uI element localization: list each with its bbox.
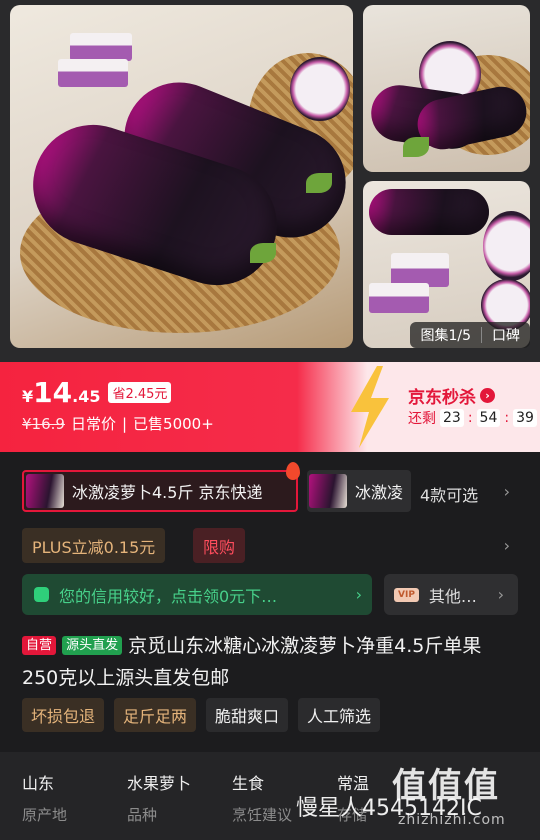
radish-slice	[483, 211, 530, 281]
countdown-minutes: 54	[476, 409, 501, 427]
spec-key: 烹饪建议	[232, 806, 293, 824]
radish-leaf	[250, 243, 276, 263]
separator: |	[121, 414, 128, 433]
radish-cube	[70, 33, 132, 61]
countdown-seconds: 39	[513, 409, 537, 427]
spec-item: 水果萝卜 品种	[127, 770, 191, 825]
chevron-right-icon[interactable]: ›	[504, 536, 510, 555]
self-operated-tag: 自营	[22, 636, 57, 655]
price-integer: 14	[33, 376, 73, 409]
spec-value: 水果萝卜	[127, 774, 192, 793]
radish-cube	[369, 283, 429, 313]
variant-count[interactable]: 4款可选	[420, 482, 478, 506]
spec-key: 原产地	[22, 806, 68, 824]
feature-tags: 坏损包退 足斤足两 脆甜爽口 人工筛选	[22, 698, 381, 732]
spec-value: 生食	[232, 774, 265, 793]
vip-badge: VIP	[394, 587, 419, 602]
shield-icon	[34, 587, 49, 602]
chevron-right-icon: ›	[497, 585, 504, 604]
feature-tag: 足斤足两	[114, 698, 197, 732]
variant-option[interactable]: 冰激凌	[307, 470, 411, 512]
feature-tag: 人工筛选	[298, 698, 381, 732]
main-product-image[interactable]	[10, 5, 353, 348]
credit-banner[interactable]: 您的信用较好，点击领0元下… ›	[22, 574, 372, 615]
original-price: ¥16.9	[22, 414, 65, 433]
save-badge: 省2.45元	[108, 382, 172, 403]
variant-thumbnail	[309, 474, 347, 508]
variant-selector: 冰激凌萝卜4.5斤 京东快递 冰激凌 4款可选 ›	[0, 452, 540, 528]
radish-slice	[290, 57, 350, 121]
spec-value: 山东	[22, 774, 55, 793]
credit-label: 您的信用较好，点击领0元下…	[59, 586, 278, 606]
source-direct-tag: 源头直发	[62, 636, 123, 655]
purchase-limit-chip[interactable]: 限购	[193, 528, 246, 563]
product-title: 自营 源头直发 京觅山东冰糖心冰激凌萝卜净重4.5斤单果250克以上源头直发包邮	[22, 630, 512, 694]
chevron-right-icon: ›	[355, 585, 362, 604]
variant-label: 冰激凌萝卜4.5斤 京东快递	[72, 483, 263, 502]
radish-leaf	[403, 137, 429, 157]
flame-icon	[286, 462, 300, 480]
variant-thumbnail	[26, 474, 64, 508]
countdown: 还剩 23: 54: 39	[408, 408, 537, 428]
spec-item: 生食 烹饪建议	[232, 770, 292, 825]
watermark-url: zhizhizhi.com	[398, 812, 506, 828]
product-gallery[interactable]: 图集1/5 口碑	[0, 0, 540, 362]
countdown-hours: 23	[440, 409, 464, 427]
flash-sale-link[interactable]: 京东秒杀 ›	[408, 383, 495, 408]
reviews-tab[interactable]: 口碑	[482, 325, 530, 345]
flash-sale-label: 京东秒杀	[408, 388, 476, 408]
radish	[369, 189, 489, 235]
chevron-right-icon: ›	[480, 388, 495, 403]
price-decimal: .45	[72, 387, 101, 406]
variant-label: 冰激凌	[355, 483, 404, 502]
thumbnail-image[interactable]	[363, 5, 530, 172]
plus-discount-chip[interactable]: PLUS立减0.15元	[22, 528, 166, 563]
countdown-label: 还剩	[408, 411, 436, 427]
radish-cube	[58, 59, 128, 87]
feature-tag: 坏损包退	[22, 698, 105, 732]
spec-key: 品种	[127, 806, 158, 824]
price-block: ¥ 14 .45 省2.45元 ¥16.9 日常价 | 已售5000+	[22, 376, 214, 434]
other-payment-chip[interactable]: VIP 其他… ›	[384, 574, 518, 615]
sold-count: 已售5000+	[133, 415, 214, 433]
chevron-right-icon[interactable]: ›	[504, 482, 510, 501]
radish-leaf	[306, 173, 332, 193]
other-payment-label: 其他…	[428, 586, 477, 606]
spec-item: 山东 原产地	[22, 770, 67, 825]
feature-tag: 脆甜爽口	[206, 698, 289, 732]
currency-symbol: ¥	[22, 387, 34, 406]
lightning-icon	[351, 366, 389, 448]
gallery-tag[interactable]: 图集1/5 口碑	[410, 322, 530, 348]
gallery-counter[interactable]: 图集1/5	[410, 325, 481, 345]
original-price-label: 日常价	[70, 415, 116, 433]
promo-row[interactable]: PLUS立减0.15元 限购 ›	[0, 528, 540, 566]
variant-option-selected[interactable]: 冰激凌萝卜4.5斤 京东快递	[22, 462, 300, 512]
radish-cube	[391, 253, 449, 287]
